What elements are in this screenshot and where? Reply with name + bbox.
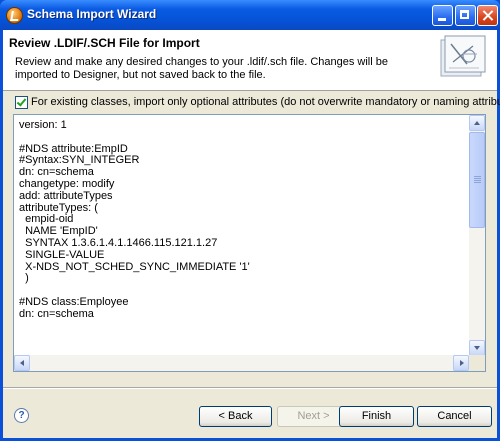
scroll-up-button[interactable] (469, 115, 485, 131)
help-icon[interactable]: ? (14, 408, 29, 423)
scroll-down-button[interactable] (469, 340, 485, 356)
ldif-line: #NDS class:Employee (19, 295, 129, 308)
scroll-left-button[interactable] (14, 355, 30, 371)
ldif-text[interactable]: version: 1 #NDS attribute:EmpID #Syntax:S… (19, 119, 464, 321)
divider (3, 387, 497, 389)
minimize-button[interactable] (432, 5, 453, 26)
ldif-line: attributeTypes: ( (19, 201, 98, 214)
wizard-banner: Review .LDIF/.SCH File for Import Review… (3, 30, 497, 91)
vertical-scroll-thumb[interactable] (469, 132, 485, 228)
app-icon (6, 7, 23, 24)
grip-line (474, 178, 481, 179)
chevron-left-icon (20, 360, 24, 366)
optional-attributes-checkbox[interactable] (15, 96, 28, 109)
cancel-button[interactable]: Cancel (417, 406, 492, 427)
ldif-line: SINGLE-VALUE (19, 248, 105, 261)
grip-line (474, 176, 481, 177)
ldif-line: ) (19, 272, 29, 285)
title-bar[interactable]: Schema Import Wizard (0, 0, 500, 30)
ldif-line: dn: cn=schema (19, 307, 94, 320)
ldif-line: changetype: modify (19, 177, 115, 190)
page-description: Review and make any desired changes to y… (15, 56, 388, 81)
ldif-line: add: attributeTypes (19, 189, 113, 202)
ldif-line: version: 1 (19, 119, 67, 131)
optional-attributes-label: For existing classes, import only option… (31, 96, 500, 108)
grip-line (474, 182, 481, 183)
finish-button[interactable]: Finish (339, 406, 414, 427)
horizontal-scrollbar[interactable] (14, 355, 469, 371)
ldif-line: SYNTAX 1.3.6.1.4.1.1466.115.121.1.27 (19, 236, 218, 249)
chevron-right-icon (460, 360, 464, 366)
vertical-scrollbar[interactable] (469, 115, 485, 356)
close-button[interactable] (477, 5, 498, 26)
schema-wizard-icon (440, 35, 486, 77)
chevron-up-icon (474, 121, 480, 125)
maximize-button[interactable] (455, 5, 476, 26)
page-title: Review .LDIF/.SCH File for Import (9, 36, 200, 50)
dialog-client-area: Review .LDIF/.SCH File for Import Review… (3, 30, 500, 438)
scrollbar-corner (469, 355, 485, 371)
back-button[interactable]: < Back (199, 406, 272, 427)
ldif-line (19, 132, 464, 144)
ldif-editor[interactable]: version: 1 #NDS attribute:EmpID #Syntax:S… (13, 114, 486, 372)
scroll-right-button[interactable] (453, 355, 469, 371)
ldif-line: X-NDS_NOT_SCHED_SYNC_IMMEDIATE '1' (19, 260, 250, 273)
wizard-window: Schema Import Wizard Review .LDIF/.SCH F… (0, 0, 500, 441)
chevron-down-icon (474, 346, 480, 350)
window-title: Schema Import Wizard (27, 7, 157, 21)
grip-line (474, 180, 481, 181)
